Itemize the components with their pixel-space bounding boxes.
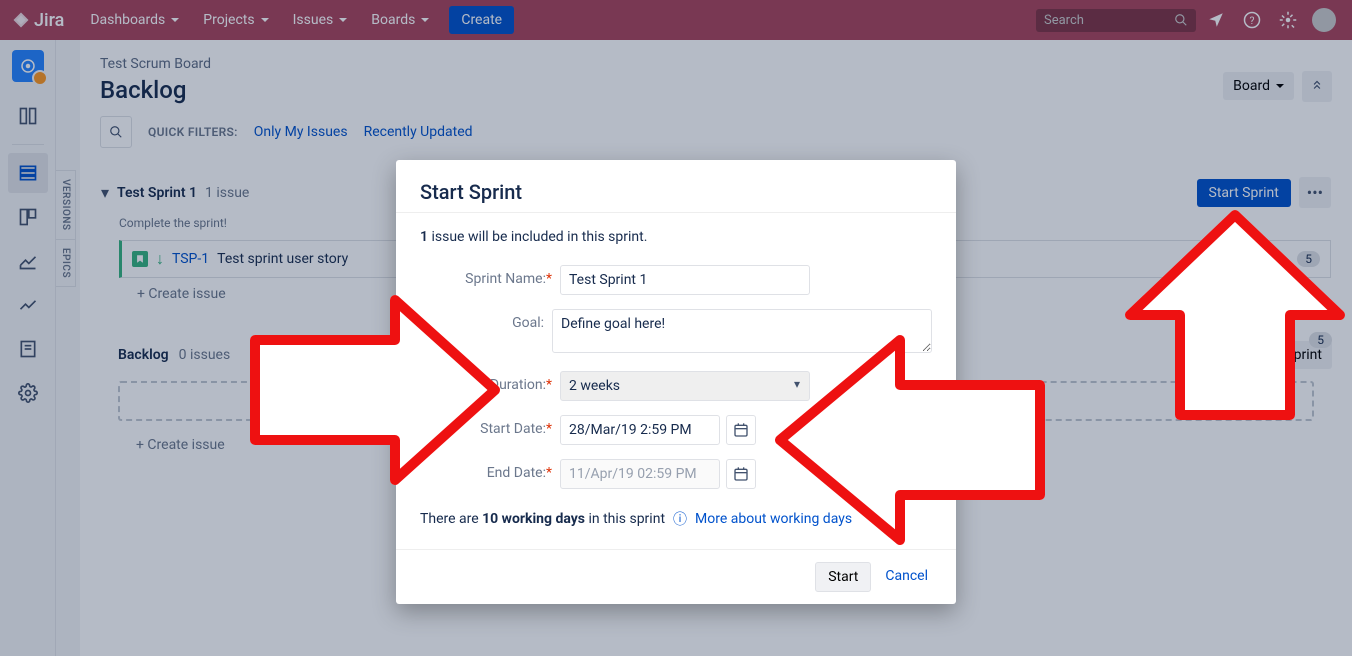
input-sprint-name[interactable] xyxy=(560,265,810,295)
modal-start-button[interactable]: Start xyxy=(815,562,871,592)
label-goal: Goal: xyxy=(420,309,552,331)
label-duration: Duration:* xyxy=(420,371,560,393)
select-duration[interactable]: 2 weeks xyxy=(560,371,810,401)
start-sprint-modal: Start Sprint 1 issue will be included in… xyxy=(396,160,956,604)
label-start-date: Start Date:* xyxy=(420,415,560,437)
calendar-end-icon[interactable] xyxy=(726,459,756,489)
calendar-start-icon[interactable] xyxy=(726,415,756,445)
info-icon: ⓘ xyxy=(673,509,687,529)
input-end-date xyxy=(560,459,720,489)
input-start-date[interactable] xyxy=(560,415,720,445)
modal-cancel-link[interactable]: Cancel xyxy=(881,562,932,592)
label-end-date: End Date:* xyxy=(420,459,560,481)
more-working-days-link[interactable]: More about working days xyxy=(695,511,852,527)
label-sprint-name: Sprint Name:* xyxy=(420,265,560,287)
modal-info: 1 issue will be included in this sprint. xyxy=(420,229,932,245)
input-goal[interactable]: Define goal here! xyxy=(552,309,932,353)
working-days-info: There are 10 working days in this sprint… xyxy=(420,509,932,529)
modal-backdrop: Start Sprint 1 issue will be included in… xyxy=(0,0,1352,656)
modal-title: Start Sprint xyxy=(420,180,932,204)
